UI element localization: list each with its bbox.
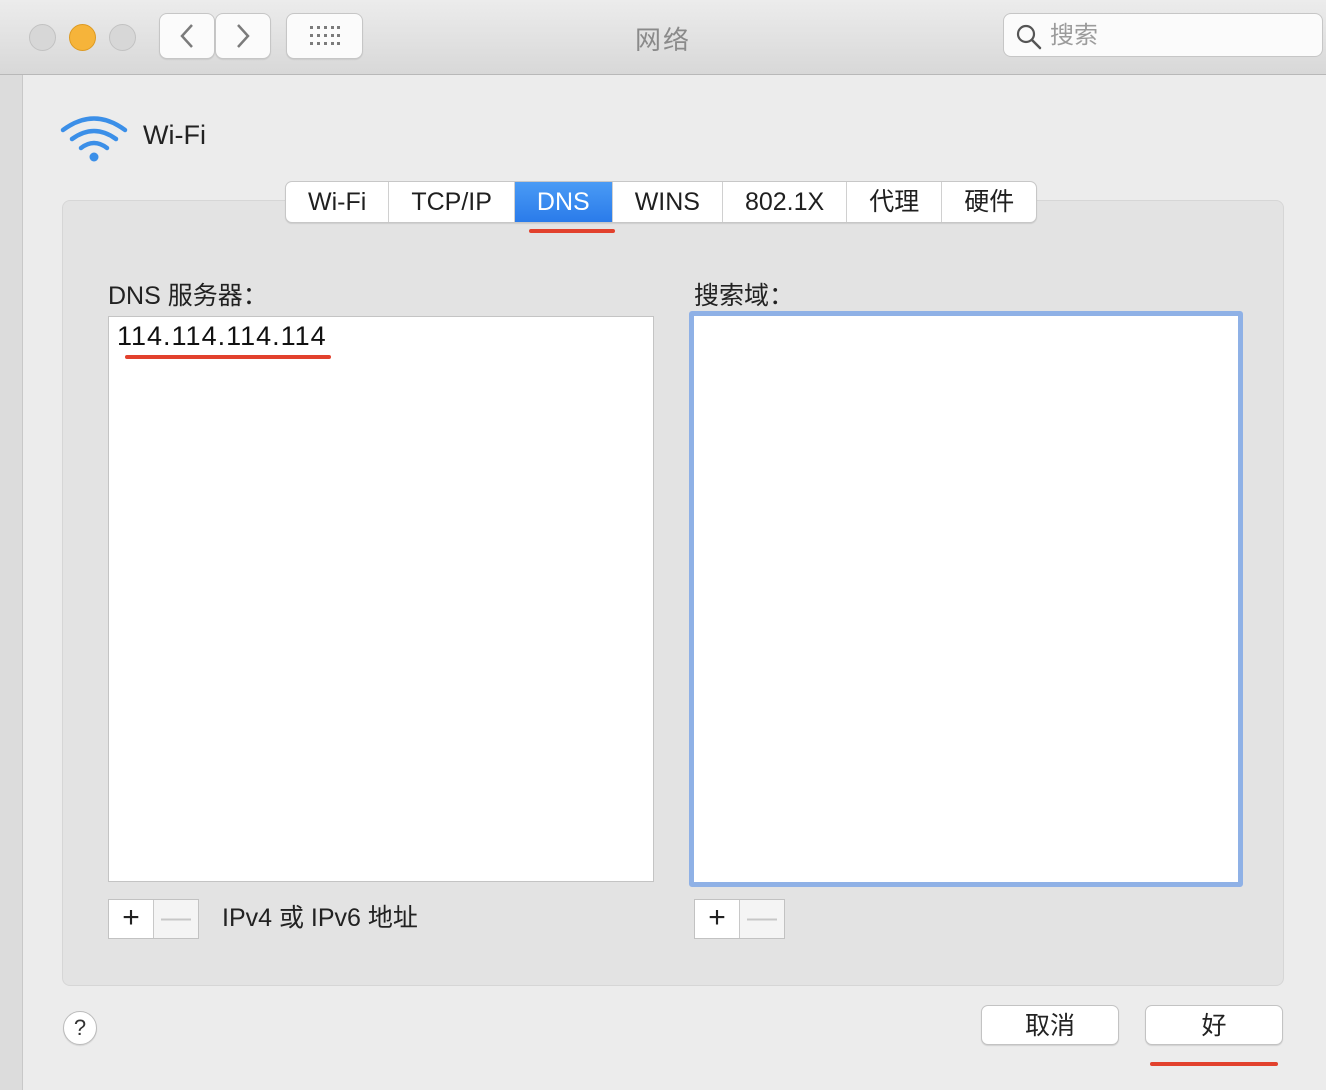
help-button[interactable]: ? (63, 1011, 97, 1045)
wifi-icon (60, 116, 128, 162)
dns-servers-list[interactable]: 114.114.114.114 (108, 316, 654, 882)
background-window-edge (0, 75, 22, 1090)
ok-button[interactable]: 好 (1145, 1005, 1283, 1045)
dns-server-entry[interactable]: 114.114.114.114 (117, 321, 327, 352)
search-domains-label: 搜索域： (694, 282, 795, 310)
window-titlebar: 网络 (0, 0, 1326, 75)
tab-proxies[interactable]: 代理 (847, 182, 943, 222)
address-hint: IPv4 或 IPv6 地址 (222, 904, 418, 932)
search-field[interactable] (1003, 13, 1323, 57)
annotation-underline-dns-server (125, 355, 331, 359)
dns-servers-label: DNS 服务器： (108, 282, 268, 310)
annotation-underline-ok-button (1150, 1062, 1278, 1066)
annotation-underline-dns-tab (529, 229, 615, 233)
dns-servers-add-remove: + — (108, 899, 199, 939)
settings-tabs: Wi-Fi TCP/IP DNS WINS 802.1X 代理 硬件 (285, 181, 1038, 223)
add-search-domain-button[interactable]: + (695, 900, 740, 938)
search-input[interactable] (1048, 20, 1312, 52)
remove-search-domain-button[interactable]: — (740, 900, 784, 938)
search-domains-list[interactable] (689, 311, 1243, 887)
search-domains-add-remove: + — (694, 899, 785, 939)
tab-wifi[interactable]: Wi-Fi (286, 182, 390, 222)
tab-dns[interactable]: DNS (514, 182, 613, 222)
remove-dns-server-button[interactable]: — (154, 900, 198, 938)
cancel-button[interactable]: 取消 (981, 1005, 1119, 1045)
tab-8021x[interactable]: 802.1X (723, 182, 848, 222)
search-icon (1016, 24, 1042, 50)
add-dns-server-button[interactable]: + (109, 900, 154, 938)
tab-tcpip[interactable]: TCP/IP (389, 182, 515, 222)
tab-hardware[interactable]: 硬件 (942, 182, 1036, 222)
interface-name: Wi-Fi (143, 120, 206, 150)
tab-wins[interactable]: WINS (613, 182, 723, 222)
